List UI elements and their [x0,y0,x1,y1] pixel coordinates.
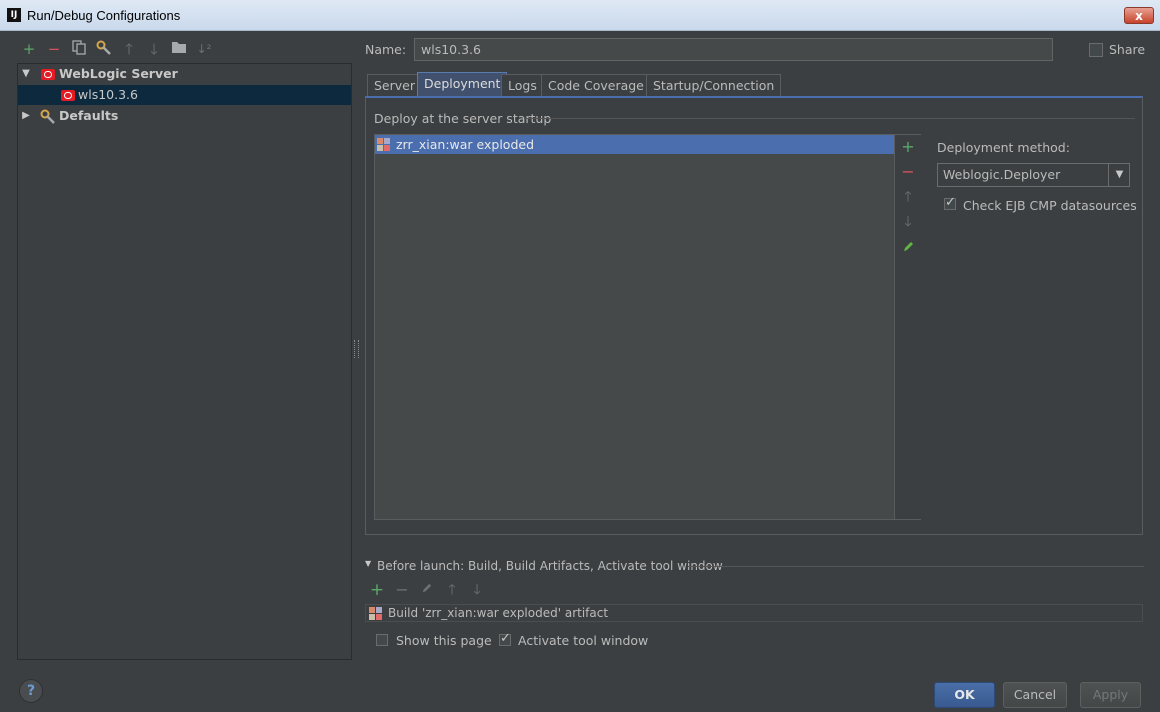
list-item[interactable]: zrr_xian:war exploded [375,135,894,154]
remove-artifact-icon[interactable]: − [901,164,915,180]
remove-icon[interactable]: − [45,40,63,58]
intellij-logo-icon: IJ [7,8,21,22]
deploy-list[interactable] [374,134,921,520]
weblogic-icon [41,69,55,80]
tab-deployment[interactable]: Deployment [417,72,508,97]
panel-splitter[interactable] [354,340,359,358]
list-item-label: zrr_xian:war exploded [396,137,535,152]
sort-icon[interactable]: ↓² [195,40,213,58]
ejb-cmp-checkbox[interactable] [944,195,956,210]
before-launch-label[interactable]: Before launch: Build, Build Artifacts, A… [377,559,723,573]
deployment-method-label: Deployment method: [937,140,1070,155]
artifact-icon [369,607,382,620]
defaults-wrench-icon [40,109,56,131]
activate-tool-window-label: Activate tool window [518,633,649,648]
move-up-icon[interactable]: 🡑 [444,582,460,598]
tree-item-weblogic-server[interactable]: ▼ WebLogic Server [18,64,351,84]
share-label: Share [1109,42,1146,57]
activate-tool-window-checkbox[interactable] [499,631,511,646]
show-page-label: Show this page [396,633,492,648]
close-button[interactable]: x [1124,7,1154,24]
move-up-icon[interactable]: 🡑 [120,40,138,58]
name-input[interactable]: wls10.3.6 [414,38,1053,61]
list-item[interactable]: Build 'zrr_xian:war exploded' artifact [388,606,608,620]
tab-server[interactable]: Server [367,74,422,96]
share-checkbox[interactable] [1089,43,1103,57]
ok-button[interactable]: OK [934,682,995,708]
section-divider [525,118,1135,119]
folder-icon[interactable] [170,40,188,58]
copy-icon[interactable] [70,40,88,58]
name-label: Name: [365,42,407,57]
expand-right-icon[interactable]: ▶ [21,106,31,126]
tab-code-coverage[interactable]: Code Coverage [541,74,651,96]
remove-task-icon[interactable]: − [394,582,410,598]
tree-item-label: Defaults [59,108,119,123]
tree-item-defaults[interactable]: ▶ Defaults [18,106,351,126]
tree-item-label: wls10.3.6 [78,87,138,102]
move-down-icon[interactable]: 🡓 [469,582,485,598]
ejb-cmp-label: Check EJB CMP datasources [963,198,1137,213]
tree-item-label: WebLogic Server [59,66,178,81]
move-down-icon[interactable]: 🡓 [145,40,163,58]
collapse-down-icon[interactable]: ▼ [365,559,371,568]
help-button[interactable]: ? [19,679,43,703]
tab-logs[interactable]: Logs [501,74,544,96]
expand-down-icon[interactable]: ▼ [21,64,31,84]
deployment-method-select[interactable]: Weblogic.Deployer [937,163,1130,187]
add-task-icon[interactable]: + [369,582,385,599]
add-artifact-icon[interactable]: + [901,139,915,155]
section-divider [688,566,1144,567]
move-up-icon[interactable]: 🡑 [901,190,915,204]
chevron-down-icon[interactable]: ▼ [1108,164,1130,186]
add-icon[interactable]: + [20,40,38,58]
weblogic-icon [61,90,75,101]
edit-defaults-icon[interactable] [95,40,113,58]
cancel-button[interactable]: Cancel [1003,682,1067,708]
close-icon: x [1135,9,1143,23]
move-down-icon[interactable]: 🡓 [901,215,915,229]
tree-item-wls[interactable]: wls10.3.6 [18,85,351,105]
artifact-icon [377,138,390,151]
apply-button[interactable]: Apply [1080,682,1141,708]
edit-pencil-icon[interactable] [901,240,915,254]
window-title: Run/Debug Configurations [27,8,181,23]
edit-task-icon[interactable] [419,582,435,598]
show-page-checkbox[interactable] [376,634,388,646]
tab-startup-connection[interactable]: Startup/Connection [646,74,782,96]
configuration-tree[interactable]: ▼ WebLogic Server wls10.3.6 ▶ Defaults [17,63,352,660]
